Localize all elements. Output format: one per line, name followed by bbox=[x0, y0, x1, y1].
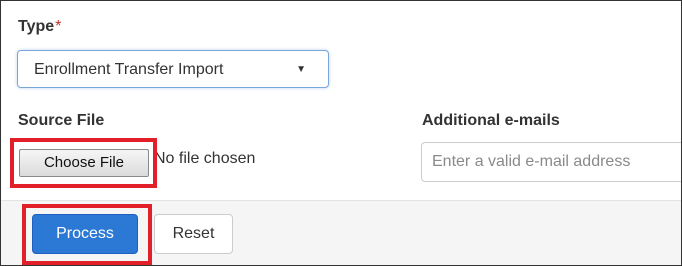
reset-button[interactable]: Reset bbox=[154, 214, 233, 254]
type-field-label: Type* bbox=[18, 17, 61, 37]
type-label-text: Type bbox=[18, 18, 55, 35]
highlight-box-process bbox=[22, 204, 152, 265]
additional-emails-input[interactable] bbox=[421, 142, 681, 182]
source-file-label: Source File bbox=[18, 112, 105, 129]
type-select[interactable]: Enrollment Transfer Import ▼ bbox=[17, 50, 329, 88]
no-file-chosen-text: No file chosen bbox=[154, 150, 256, 167]
required-asterisk: * bbox=[55, 18, 62, 35]
highlight-box-choose-file bbox=[10, 138, 157, 188]
import-form-panel: Type* Enrollment Transfer Import ▼ Sourc… bbox=[0, 0, 682, 266]
additional-emails-label: Additional e-mails bbox=[422, 112, 560, 129]
type-select-value: Enrollment Transfer Import bbox=[34, 61, 224, 78]
chevron-down-icon: ▼ bbox=[296, 64, 306, 75]
